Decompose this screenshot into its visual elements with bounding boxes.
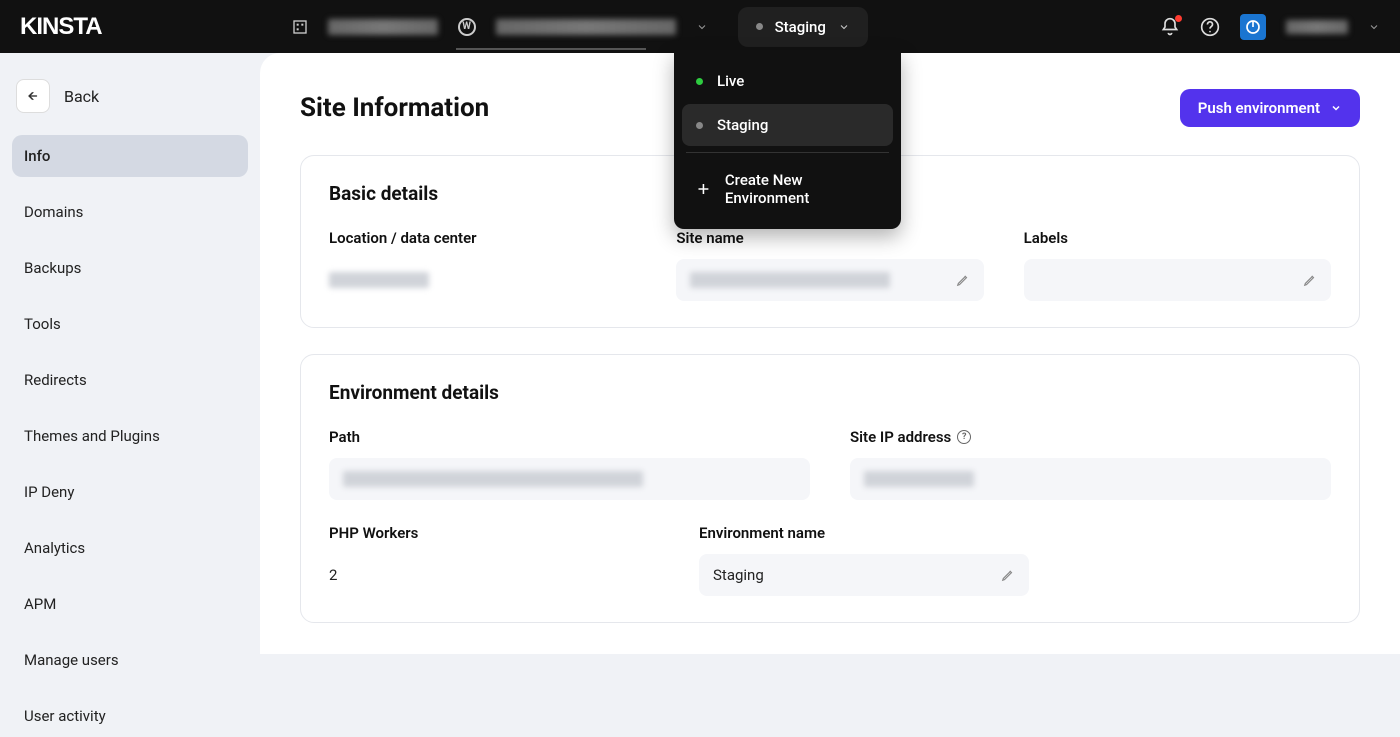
sidebar-item-user-activity[interactable]: User activity (12, 695, 248, 737)
topbar: KINSTA W Staging (0, 0, 1400, 53)
sidebar-item-backups[interactable]: Backups (12, 247, 248, 289)
chevron-down-icon (1330, 102, 1342, 114)
site-name-redacted (496, 19, 676, 35)
edit-icon[interactable] (1001, 568, 1015, 582)
chevron-down-icon[interactable] (1368, 21, 1380, 33)
sidebar-item-info[interactable]: Info (12, 135, 248, 177)
chevron-down-icon (838, 21, 850, 33)
sidebar-item-themes-plugins[interactable]: Themes and Plugins (12, 415, 248, 457)
status-dot-icon (756, 23, 763, 30)
wordpress-icon[interactable]: W (458, 18, 476, 36)
sitename-value-redacted (690, 272, 890, 288)
dropdown-item-label: Live (717, 72, 744, 90)
help-icon[interactable] (1200, 17, 1220, 37)
info-icon[interactable]: ? (957, 430, 971, 444)
company-name-redacted (328, 19, 438, 35)
push-environment-button[interactable]: Push environment (1180, 89, 1360, 127)
notifications-button[interactable] (1160, 17, 1180, 37)
path-value-redacted (343, 471, 643, 487)
sidebar-item-analytics[interactable]: Analytics (12, 527, 248, 569)
dropdown-item-live[interactable]: Live (682, 60, 893, 102)
sitename-label: Site name (676, 229, 983, 247)
dropdown-item-label: Staging (717, 116, 768, 134)
php-workers-value: 2 (329, 554, 659, 596)
plus-icon (696, 181, 711, 197)
kinsta-logo[interactable]: KINSTA (20, 13, 102, 41)
edit-icon[interactable] (956, 273, 970, 287)
edit-icon[interactable] (1303, 273, 1317, 287)
page-title: Site Information (300, 93, 489, 123)
envname-value: Staging (713, 566, 764, 584)
status-dot-live-icon (696, 78, 703, 85)
envname-field[interactable]: Staging (699, 554, 1029, 596)
path-field (329, 458, 810, 500)
environment-details-heading: Environment details (329, 381, 1331, 404)
environment-details-card: Environment details Path Site IP address… (300, 354, 1360, 623)
status-dot-staging-icon (696, 122, 703, 129)
user-avatar[interactable] (1240, 14, 1266, 40)
labels-field[interactable] (1024, 259, 1331, 301)
ip-label: Site IP address ? (850, 428, 1331, 446)
ip-value-redacted (864, 471, 974, 487)
sidebar-item-tools[interactable]: Tools (12, 303, 248, 345)
labels-label: Labels (1024, 229, 1331, 247)
path-label: Path (329, 428, 810, 446)
sidebar-item-ip-deny[interactable]: IP Deny (12, 471, 248, 513)
notification-badge (1175, 15, 1182, 22)
ip-label-text: Site IP address (850, 428, 951, 446)
environment-dropdown: Live Staging Create New Environment (674, 50, 901, 229)
sidebar: Back Info Domains Backups Tools Redirect… (0, 53, 260, 654)
sitename-field[interactable] (676, 259, 983, 301)
sidebar-item-apm[interactable]: APM (12, 583, 248, 625)
push-environment-label: Push environment (1198, 99, 1320, 117)
php-workers-label: PHP Workers (329, 524, 659, 542)
environment-selector[interactable]: Staging (738, 7, 868, 47)
divider (686, 152, 889, 153)
sidebar-item-domains[interactable]: Domains (12, 191, 248, 233)
environment-selector-label: Staging (775, 18, 826, 36)
envname-label: Environment name (699, 524, 1029, 542)
location-value-redacted (329, 272, 429, 288)
chevron-down-icon[interactable] (696, 21, 708, 33)
sidebar-item-manage-users[interactable]: Manage users (12, 639, 248, 681)
dropdown-item-staging[interactable]: Staging (682, 104, 893, 146)
company-icon[interactable] (292, 19, 308, 35)
back-label: Back (64, 87, 99, 106)
arrow-left-icon (26, 89, 40, 103)
dropdown-create-env[interactable]: Create New Environment (682, 159, 893, 219)
active-tab-underline (456, 48, 646, 50)
username-redacted (1286, 20, 1348, 34)
dropdown-create-label: Create New Environment (725, 171, 879, 207)
sidebar-item-redirects[interactable]: Redirects (12, 359, 248, 401)
ip-field (850, 458, 1331, 500)
location-label: Location / data center (329, 229, 636, 247)
back-button[interactable] (16, 79, 50, 113)
